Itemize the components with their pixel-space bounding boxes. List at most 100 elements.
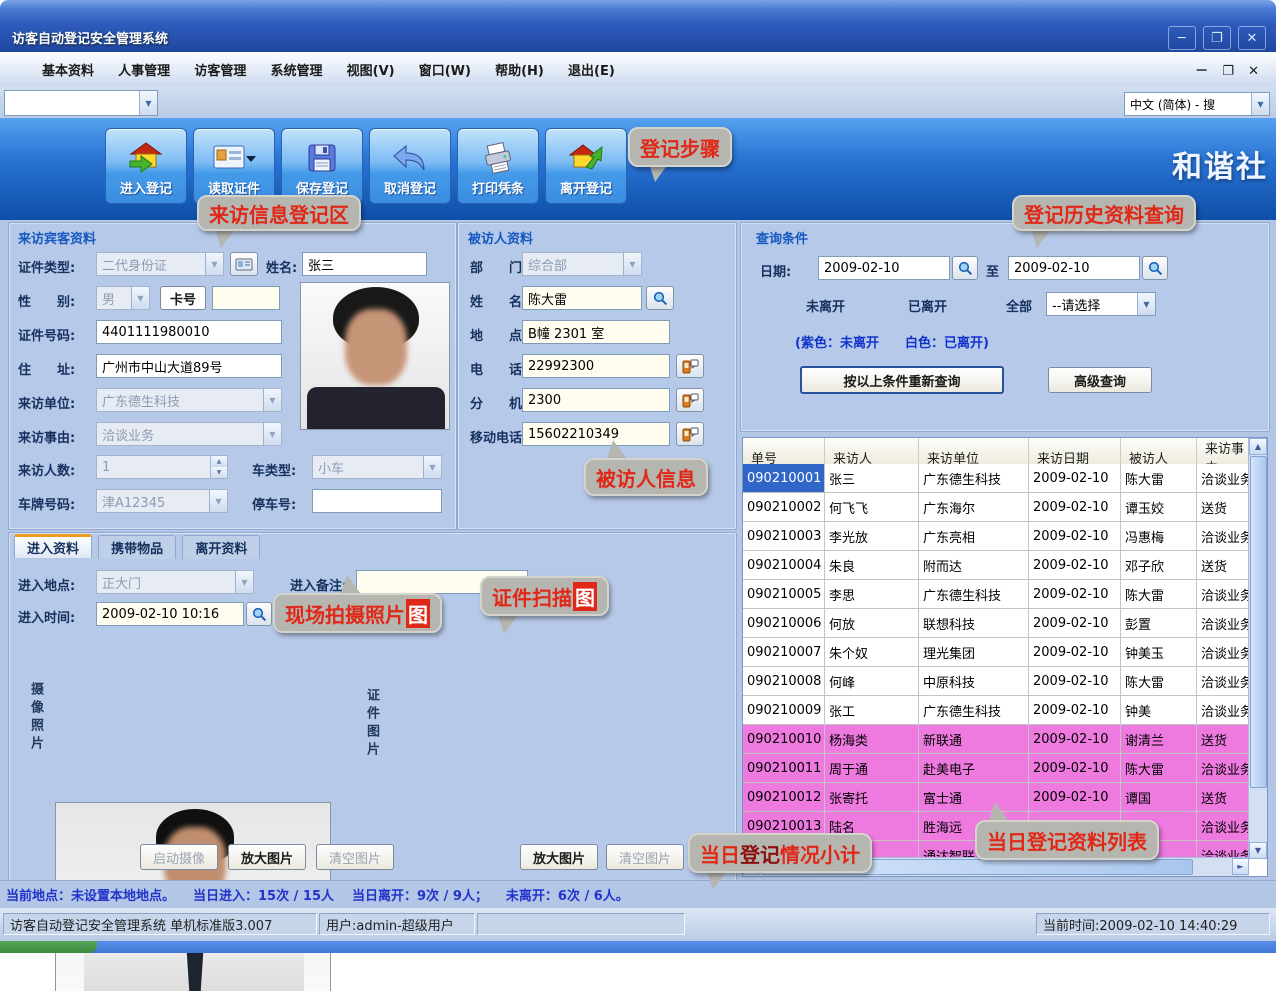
menu-item-window[interactable]: 窗口(W) (409, 52, 481, 79)
restore-icon[interactable]: ❐ (1203, 26, 1231, 50)
visitor-name-input[interactable]: 张三 (302, 252, 427, 276)
table-row[interactable]: 090210002何飞飞广东海尔2009-02-10谭玉姣送货 (743, 493, 1249, 522)
date-to-picker-button[interactable] (1142, 256, 1168, 280)
cancel-register-button[interactable]: 取消登记 (369, 128, 451, 204)
scroll-up-icon[interactable]: ▲ (1249, 438, 1267, 455)
child-close-icon[interactable]: ✕ (1243, 64, 1264, 79)
start-camera-button[interactable]: 启动摄像 (140, 844, 218, 870)
callout-visitee-info: 被访人信息 (584, 458, 708, 496)
child-restore-icon[interactable]: ❐ (1217, 64, 1239, 79)
parking-input[interactable] (312, 489, 442, 513)
callout-daily-summary: 当日登记情况小计 (688, 833, 872, 873)
zoom-photo-button[interactable]: 放大图片 (228, 844, 306, 870)
vertical-scrollbar[interactable]: ▲ ▼ (1248, 438, 1267, 859)
table-row[interactable]: 090210004朱良附而达2009-02-10邓子欣送货 (743, 551, 1249, 580)
chevron-down-icon[interactable] (205, 253, 223, 275)
menu-item-system[interactable]: 系统管理 (260, 52, 332, 79)
taskbar-strip[interactable] (0, 941, 1276, 953)
child-minimize-icon[interactable]: － (1190, 64, 1213, 79)
menu-item-visitor[interactable]: 访客管理 (184, 52, 256, 79)
tab-leave-data[interactable]: 离开资料 (182, 535, 260, 559)
count-stepper[interactable]: 1 ▲▼ (96, 455, 228, 479)
table-row[interactable]: 090210010杨海类新联通2009-02-10谢清兰送货 (743, 725, 1249, 754)
place-input[interactable]: B幢 2301 室 (522, 320, 670, 344)
scroll-down-icon[interactable]: ▼ (1249, 842, 1267, 859)
zoom-card-button[interactable]: 放大图片 (520, 844, 598, 870)
date-from-picker-button[interactable] (952, 256, 978, 280)
menu-item-view[interactable]: 视图(V) (337, 52, 405, 79)
menu-item-exit[interactable]: 退出(E) (558, 52, 625, 79)
date-to-input[interactable]: 2009-02-10 (1008, 256, 1140, 280)
entry-location-dropdown[interactable]: 正大门 (96, 570, 254, 594)
card-no-button[interactable]: 卡号 (160, 286, 206, 310)
chevron-down-icon[interactable] (1137, 293, 1155, 315)
table-row[interactable]: 090210009张工广东德生科技2009-02-10钟美洽谈业务 (743, 696, 1249, 725)
dial-mobile-button[interactable] (676, 422, 704, 446)
gender-dropdown[interactable]: 男 (96, 286, 150, 310)
print-slip-button[interactable]: 打印凭条 (457, 128, 539, 204)
table-row[interactable]: 090210011周于通赴美电子2009-02-10陈大雷洽谈业务 (743, 754, 1249, 783)
chevron-down-icon[interactable] (1251, 93, 1269, 115)
chevron-down-icon[interactable] (235, 571, 253, 593)
status-current-time: 当前时间:2009-02-10 14:40:29 (1036, 913, 1270, 935)
quick-select-combobox[interactable] (4, 90, 158, 116)
date-from-input[interactable]: 2009-02-10 (818, 256, 950, 280)
clear-card-button[interactable]: 清空图片 (606, 844, 684, 870)
entry-time-picker-button[interactable] (246, 602, 272, 626)
scroll-right-icon[interactable]: ► (1232, 858, 1249, 875)
table-cell: 广东德生科技 (919, 464, 1029, 493)
chevron-down-icon[interactable] (139, 91, 157, 115)
chevron-down-icon[interactable] (423, 456, 441, 478)
chevron-down-icon[interactable] (263, 389, 281, 411)
minimize-icon[interactable]: ─ (1168, 26, 1196, 50)
leave-register-button[interactable]: 离开登记 (545, 128, 627, 204)
close-icon[interactable]: ✕ (1238, 26, 1266, 50)
table-row[interactable]: 090210001张三广东德生科技2009-02-10陈大雷洽谈业务 (743, 464, 1249, 493)
address-input[interactable]: 广州市中山大道89号 (96, 354, 282, 378)
card-no-input[interactable] (212, 286, 280, 310)
chevron-down-icon[interactable] (263, 423, 281, 445)
table-row[interactable]: 090210007朱个奴理光集团2009-02-10钟美玉洽谈业务 (743, 638, 1249, 667)
requery-button[interactable]: 按以上条件重新查询 (800, 366, 1004, 394)
read-card-button[interactable]: 读取证件 (193, 128, 275, 204)
menu-item-hr[interactable]: 人事管理 (108, 52, 180, 79)
language-selector[interactable]: 中文 (简体) - 搜 (1124, 92, 1270, 116)
id-card-reader-button[interactable] (230, 252, 258, 276)
ext-input[interactable]: 2300 (522, 388, 670, 412)
visitee-search-button[interactable] (646, 286, 674, 310)
chevron-down-icon[interactable] (131, 287, 149, 309)
entry-time-input[interactable]: 2009-02-10 10:16 (96, 602, 244, 626)
vehicle-type-dropdown[interactable]: 小车 (312, 455, 442, 479)
chevron-down-icon[interactable] (623, 253, 641, 275)
cert-type-dropdown[interactable]: 二代身份证 (96, 252, 224, 276)
advanced-query-button[interactable]: 高级查询 (1048, 367, 1152, 393)
table-row[interactable]: 090210005李思广东德生科技2009-02-10陈大雷洽谈业务 (743, 580, 1249, 609)
table-row[interactable]: 090210006何放联想科技2009-02-10彭置洽谈业务 (743, 609, 1249, 638)
tab-entry-data[interactable]: 进入资料 (14, 534, 92, 558)
chevron-up-icon[interactable]: ▲ (211, 456, 227, 467)
scroll-thumb[interactable] (1250, 456, 1267, 788)
tab-carried-items[interactable]: 携带物品 (98, 535, 176, 559)
mobile-input[interactable]: 15602210349 (522, 422, 670, 446)
table-row[interactable]: 090210003李光放广东亮相2009-02-10冯惠梅洽谈业务 (743, 522, 1249, 551)
menu-item-basic[interactable]: 基本资料 (32, 52, 104, 79)
table-row[interactable]: 090210008何峰中原科技2009-02-10陈大雷洽谈业务 (743, 667, 1249, 696)
clear-photo-button[interactable]: 清空图片 (316, 844, 394, 870)
dial-phone-button[interactable] (676, 354, 704, 378)
dept-dropdown[interactable]: 综合部 (522, 252, 642, 276)
chevron-down-icon[interactable] (209, 490, 227, 512)
reason-filter-dropdown[interactable]: --请选择 (1046, 292, 1156, 316)
enter-register-button[interactable]: 进入登记 (105, 128, 187, 204)
table-cell: 广东德生科技 (919, 580, 1029, 609)
phone-input[interactable]: 22992300 (522, 354, 670, 378)
stepper-arrows[interactable]: ▲▼ (210, 456, 227, 478)
unit-dropdown[interactable]: 广东德生科技 (96, 388, 282, 412)
plate-dropdown[interactable]: 津A12345 (96, 489, 228, 513)
menu-item-help[interactable]: 帮助(H) (485, 52, 554, 79)
start-button-strip[interactable] (0, 941, 97, 953)
visitee-name-input[interactable]: 陈大雷 (522, 286, 642, 310)
dial-ext-button[interactable] (676, 388, 704, 412)
reason-dropdown[interactable]: 洽谈业务 (96, 422, 282, 446)
chevron-down-icon[interactable]: ▼ (211, 467, 227, 478)
save-register-button[interactable]: 保存登记 (281, 128, 363, 204)
